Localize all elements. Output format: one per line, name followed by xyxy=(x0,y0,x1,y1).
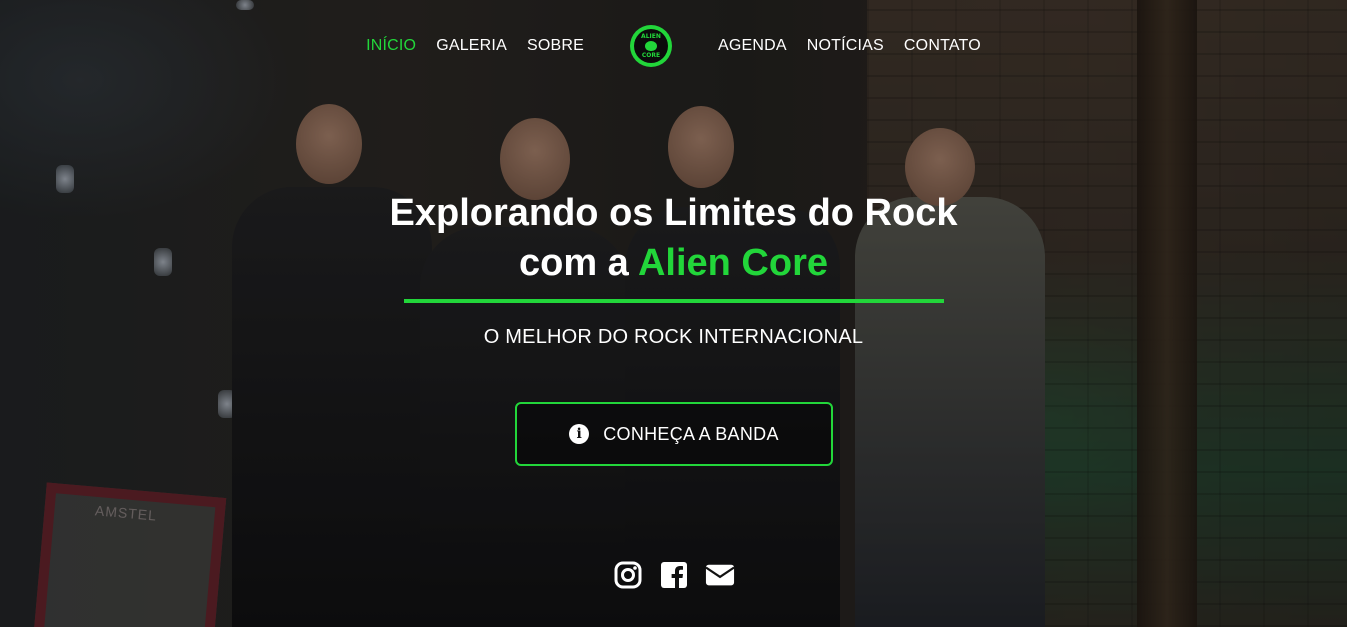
headline-divider xyxy=(404,299,944,303)
info-circle-icon: i xyxy=(569,424,590,444)
alien-core-logo[interactable]: ALIEN CORE xyxy=(629,25,672,67)
social-links xyxy=(0,560,1347,590)
nav-item-sobre[interactable]: SOBRE xyxy=(527,37,584,55)
logo-badge: ALIEN CORE xyxy=(633,29,668,63)
headline-band-name: Alien Core xyxy=(637,242,829,284)
nav-left-group: INÍCIO GALERIA SOBRE xyxy=(356,37,594,55)
dark-overlay xyxy=(0,0,1347,627)
logo-bottom-text: CORE xyxy=(641,52,661,59)
nav-item-agenda[interactable]: AGENDA xyxy=(718,37,787,55)
headline-line-2-prefix: com a xyxy=(518,242,638,284)
cta-label: CONHEÇA A BANDA xyxy=(603,423,779,444)
facebook-icon[interactable] xyxy=(659,560,689,590)
headline-line-1: Explorando os Limites do Rock xyxy=(389,192,958,234)
main-nav: INÍCIO GALERIA SOBRE ALIEN CORE AGENDA N… xyxy=(0,24,1347,68)
hero-section: AMSTEL INÍCIO GALERIA SOBRE ALIEN CORE A… xyxy=(0,0,1347,627)
hero-subtitle: O MELHOR DO ROCK INTERNACIONAL xyxy=(483,326,864,348)
conheca-a-banda-button[interactable]: i CONHEÇA A BANDA xyxy=(515,402,833,466)
nav-item-inicio[interactable]: INÍCIO xyxy=(366,37,416,55)
nav-item-contato[interactable]: CONTATO xyxy=(904,37,981,55)
alien-head-icon xyxy=(644,41,657,51)
logo-top-text: ALIEN xyxy=(641,33,661,40)
envelope-icon[interactable] xyxy=(704,560,735,590)
nav-right-group: AGENDA NOTÍCIAS CONTATO xyxy=(708,37,991,55)
hero-headline: Explorando os Limites do Rock com a Alie… xyxy=(0,188,1347,288)
nav-item-galeria[interactable]: GALERIA xyxy=(436,37,507,55)
instagram-icon[interactable] xyxy=(613,560,643,590)
nav-item-noticias[interactable]: NOTÍCIAS xyxy=(807,37,884,55)
